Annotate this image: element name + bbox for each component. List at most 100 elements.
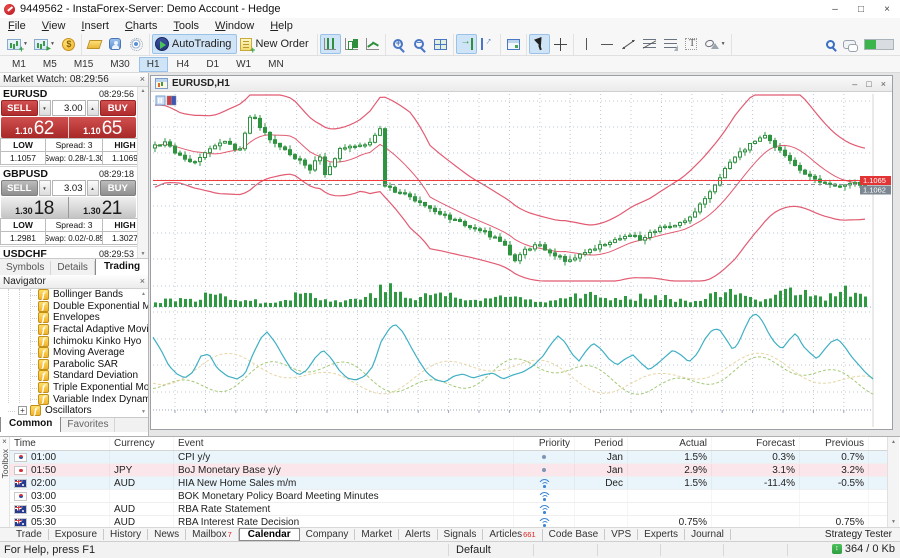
dom-button[interactable] xyxy=(105,34,126,54)
tiles-button[interactable] xyxy=(430,34,451,54)
timeframe-m30[interactable]: M30 xyxy=(102,57,137,72)
timeframe-m5[interactable]: M5 xyxy=(35,57,65,72)
broadcast-button[interactable] xyxy=(126,34,147,54)
calendar-row[interactable]: 01:00CPI y/yJan1.5%0.3%0.7% xyxy=(10,451,887,464)
tag-button[interactable] xyxy=(84,34,105,54)
toolbox-tab-code-base[interactable]: Code Base xyxy=(543,529,605,540)
calendar-row[interactable]: 01:50JPYBoJ Monetary Base y/yJan2.9%3.1%… xyxy=(10,464,887,477)
channel-button[interactable] xyxy=(660,34,681,54)
navigator-item-ichimoku-kinko-hyo[interactable]: fIchimoku Kinko Hyo xyxy=(0,335,148,347)
column-header-previous[interactable]: Previous xyxy=(800,437,869,450)
vline-button[interactable] xyxy=(576,34,597,54)
chat-icon[interactable] xyxy=(843,40,856,49)
scroll-up-icon[interactable]: ▲ xyxy=(141,88,146,94)
column-header-actual[interactable]: Actual xyxy=(628,437,712,450)
menu-help[interactable]: Help xyxy=(262,20,301,32)
navigator-item-triple-exponential-moving-average[interactable]: fTriple Exponential Moving Average xyxy=(0,382,148,394)
navigator-item-envelopes[interactable]: fEnvelopes xyxy=(0,312,148,324)
maximize-button[interactable]: □ xyxy=(848,0,874,18)
candles-button[interactable] xyxy=(341,34,362,54)
navigator-item-fractal-adaptive-moving-average[interactable]: fFractal Adaptive Moving Average xyxy=(0,324,148,336)
volume-decrease-button[interactable]: ▼ xyxy=(39,180,51,196)
volume-increase-button[interactable]: ▲ xyxy=(87,100,99,116)
new-order-button[interactable]: New Order xyxy=(237,34,314,54)
newchart-button[interactable]: ▼ xyxy=(4,34,31,54)
calendar-scrollbar[interactable]: ▲ ▼ xyxy=(887,437,899,527)
status-profile[interactable]: Default xyxy=(456,544,491,556)
strategy-tester-tab[interactable]: Strategy Tester xyxy=(825,529,900,540)
navigator-item-standard-deviation[interactable]: fStandard Deviation xyxy=(0,370,148,382)
toolbox-tab-company[interactable]: Company xyxy=(300,529,356,540)
tab-symbols[interactable]: Symbols xyxy=(0,261,51,275)
menu-file[interactable]: File xyxy=(0,20,34,32)
chart-minimize-button[interactable]: – xyxy=(852,79,857,89)
toolbox-tab-history[interactable]: History xyxy=(104,529,148,540)
expand-icon[interactable]: + xyxy=(18,406,27,415)
zoomout-button[interactable] xyxy=(409,34,430,54)
autoscroll-button[interactable] xyxy=(456,34,477,54)
navigator-close-icon[interactable]: × xyxy=(140,277,145,286)
minimize-button[interactable]: – xyxy=(822,0,848,18)
scroll-down-icon[interactable]: ▼ xyxy=(141,251,146,257)
volume-input[interactable]: 3.00 xyxy=(52,100,86,116)
zoomin-button[interactable] xyxy=(388,34,409,54)
volume-input[interactable]: 3.03 xyxy=(52,180,86,196)
chevron-down-icon[interactable]: ▼ xyxy=(721,41,726,47)
timeframe-mn[interactable]: MN xyxy=(260,57,292,72)
timeframe-m15[interactable]: M15 xyxy=(66,57,101,72)
menu-insert[interactable]: Insert xyxy=(73,20,117,32)
column-header-priority[interactable]: Priority xyxy=(514,437,575,450)
shift-button[interactable] xyxy=(477,34,498,54)
toolbox-tab-exposure[interactable]: Exposure xyxy=(49,529,104,540)
calendar-row[interactable]: 03:00BOK Monetary Policy Board Meeting M… xyxy=(10,490,887,503)
accounts-button[interactable] xyxy=(58,34,79,54)
templates-button[interactable] xyxy=(503,34,524,54)
toolbox-close-icon[interactable]: × xyxy=(2,437,7,447)
navigator-item-bollinger-bands[interactable]: fBollinger Bands xyxy=(0,289,148,301)
scroll-up-icon[interactable]: ▲ xyxy=(141,291,146,297)
textbox-button[interactable] xyxy=(681,34,702,54)
volume-decrease-button[interactable]: ▼ xyxy=(39,100,51,116)
linechart-button[interactable] xyxy=(362,34,383,54)
timeframe-w1[interactable]: W1 xyxy=(228,57,259,72)
toolbox-tab-vps[interactable]: VPS xyxy=(605,529,638,540)
navigator-item-double-exponential-moving-average[interactable]: fDouble Exponential Moving Average xyxy=(0,301,148,313)
toolbox-tab-journal[interactable]: Journal xyxy=(685,529,731,540)
cursor-button[interactable] xyxy=(529,34,550,54)
timeframe-h4[interactable]: H4 xyxy=(169,57,198,72)
toolbox-tab-calendar[interactable]: Calendar xyxy=(239,528,300,541)
buy-button[interactable]: BUY xyxy=(100,100,137,116)
chart-close-button[interactable]: × xyxy=(881,79,886,89)
toolbox-tab-alerts[interactable]: Alerts xyxy=(399,529,438,540)
bars-button[interactable] xyxy=(320,34,341,54)
shapes-button[interactable]: ▼ xyxy=(702,34,729,54)
buy-button[interactable]: BUY xyxy=(100,180,137,196)
timeframe-h1[interactable]: H1 xyxy=(139,57,168,72)
navigator-item-moving-average[interactable]: fMoving Average xyxy=(0,347,148,359)
scroll-up-icon[interactable]: ▲ xyxy=(891,439,896,445)
volume-increase-button[interactable]: ▲ xyxy=(87,180,99,196)
crosshair-button[interactable] xyxy=(550,34,571,54)
toolbox-tab-trade[interactable]: Trade xyxy=(10,529,49,540)
navigator-item-variable-index-dynamic-average[interactable]: fVariable Index Dynamic Average xyxy=(0,393,148,405)
chart-maximize-button[interactable]: □ xyxy=(866,79,871,89)
menu-tools[interactable]: Tools xyxy=(165,20,207,32)
tab-common[interactable]: Common xyxy=(0,415,61,432)
timeframe-m1[interactable]: M1 xyxy=(4,57,34,72)
profiles-button[interactable]: ▼ xyxy=(31,34,58,54)
search-icon[interactable] xyxy=(826,40,835,49)
hline-button[interactable] xyxy=(597,34,618,54)
sell-button[interactable]: SELL xyxy=(1,180,38,196)
fibo-button[interactable] xyxy=(639,34,660,54)
toolbox-tab-mailbox[interactable]: Mailbox7 xyxy=(186,529,239,541)
close-button[interactable]: × xyxy=(874,0,900,18)
toolbox-tab-market[interactable]: Market xyxy=(355,529,399,540)
toolbox-tab-experts[interactable]: Experts xyxy=(638,529,685,540)
column-header-event[interactable]: Event xyxy=(174,437,514,450)
price-chart[interactable]: 1.10651.1062 xyxy=(151,92,892,429)
autotrading-button[interactable]: AutoTrading xyxy=(152,34,238,54)
menu-view[interactable]: View xyxy=(34,20,74,32)
calendar-row[interactable]: 02:00AUDHIA New Home Sales m/mDec1.5%-11… xyxy=(10,477,887,490)
toolbox-tab-news[interactable]: News xyxy=(148,529,186,540)
market-watch-scrollbar[interactable]: ▲▼ xyxy=(137,87,148,258)
